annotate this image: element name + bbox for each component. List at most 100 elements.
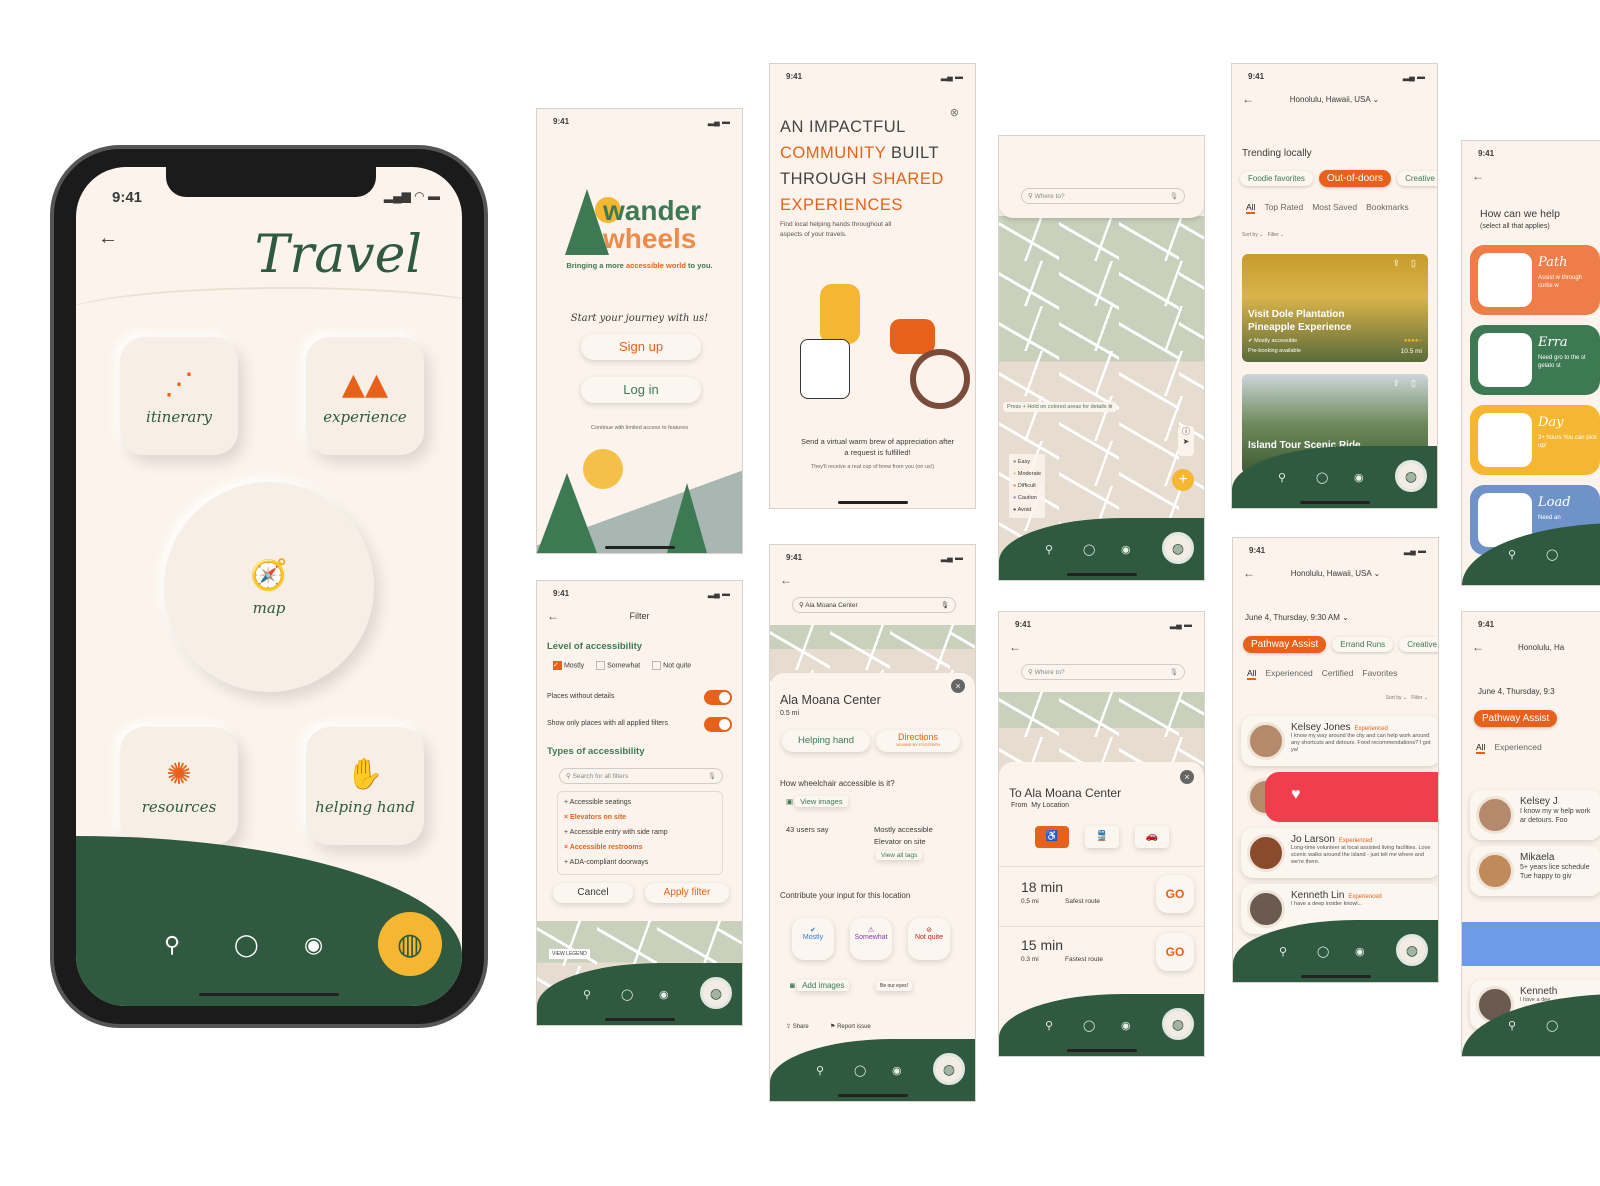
swipe-action[interactable]: [1462, 922, 1600, 966]
vote-mostly-button[interactable]: ✔ Mostly: [792, 918, 834, 960]
tile-helping-hand[interactable]: ✋ helping hand: [306, 727, 424, 845]
add-images-button[interactable]: ◙ Add images: [790, 980, 850, 991]
limited-access-link[interactable]: Continue with limited access to features: [537, 425, 742, 431]
chat-icon[interactable]: ◯: [1546, 548, 1558, 561]
globe-button[interactable]: ◍: [1162, 532, 1194, 564]
sign-up-button[interactable]: Sign up: [581, 334, 701, 360]
tab-all[interactable]: All: [1476, 742, 1486, 754]
type-item[interactable]: × Elevators on site: [564, 810, 716, 825]
close-icon[interactable]: ⊗: [950, 106, 959, 119]
tab[interactable]: Experienced: [1494, 742, 1541, 754]
chat-icon[interactable]: ◯: [1083, 1019, 1095, 1032]
tab-all[interactable]: All: [1247, 668, 1257, 680]
tab[interactable]: Top Rated: [1264, 202, 1303, 214]
where-to-input[interactable]: ⚲ Where to? 🎙: [1021, 188, 1185, 204]
type-item[interactable]: × Accessible restrooms: [564, 840, 716, 855]
back-arrow-icon[interactable]: ←: [780, 573, 792, 587]
mode-wheelchair[interactable]: ♿: [1035, 826, 1069, 848]
tab[interactable]: Favorites: [1362, 668, 1397, 680]
chip[interactable]: Creative: [1397, 171, 1437, 186]
close-icon[interactable]: ⊗: [1108, 404, 1113, 410]
mode-transit[interactable]: 🚆: [1085, 826, 1119, 848]
profile-icon[interactable]: ◉: [892, 1064, 902, 1077]
tab-all[interactable]: All: [1246, 202, 1256, 214]
chat-icon[interactable]: ◯: [1083, 543, 1095, 556]
chip-active[interactable]: Pathway Assist: [1474, 710, 1558, 727]
tile-resources[interactable]: ✺ resources: [120, 727, 238, 845]
info-button[interactable]: ⓘ ➤: [1178, 426, 1194, 456]
profile-icon[interactable]: ◉: [1121, 1019, 1131, 1032]
search-icon[interactable]: ⚲: [816, 1064, 824, 1077]
checkbox-not-quite[interactable]: Not quite: [652, 661, 691, 670]
help-option[interactable]: Erra Need gro to the st gelato st: [1470, 325, 1600, 395]
places-without-details-toggle[interactable]: [704, 690, 732, 705]
tab[interactable]: Most Saved: [1312, 202, 1357, 214]
cancel-button[interactable]: Cancel: [553, 883, 633, 903]
search-input[interactable]: ⚲ Ala Moana Center 🎙: [792, 597, 956, 613]
chat-icon[interactable]: ◯: [1546, 1019, 1558, 1032]
back-arrow-icon[interactable]: ←: [1009, 640, 1021, 654]
profile-icon[interactable]: ◉: [659, 988, 669, 1001]
type-item[interactable]: + Accessible entry with side ramp: [564, 825, 716, 840]
close-icon[interactable]: ×: [951, 679, 965, 693]
chat-icon[interactable]: ◯: [621, 988, 633, 1001]
route-option[interactable]: 18 min 0.5 mi Safest route GO: [999, 866, 1204, 922]
tab[interactable]: Experienced: [1265, 668, 1312, 680]
route-option[interactable]: 15 min 0.3 mi Fastest route GO: [999, 926, 1204, 982]
vote-not-quite-button[interactable]: ⊘ Not quite: [908, 918, 950, 960]
type-item[interactable]: + Accessible seatings: [564, 795, 716, 810]
view-legend-button[interactable]: VIEW LEGEND: [549, 949, 590, 959]
globe-button[interactable]: ◍: [933, 1053, 965, 1085]
search-icon[interactable]: ⚲: [1508, 548, 1516, 561]
profile-icon[interactable]: ◉: [1121, 543, 1131, 556]
globe-button[interactable]: ◍: [1162, 1008, 1194, 1040]
close-icon[interactable]: ×: [1180, 770, 1194, 784]
helper-card[interactable]: Mikaela 5+ years lice schedule Tue happy …: [1470, 846, 1600, 896]
back-arrow-icon[interactable]: ←: [1472, 169, 1484, 183]
sort-filter[interactable]: Sort by ⌄ Filter ⌄: [1386, 695, 1428, 701]
helper-card[interactable]: Kelsey Jones Experienced I know my way aro…: [1241, 716, 1438, 766]
globe-button[interactable]: ◍: [1395, 460, 1427, 492]
chip[interactable]: Errand Runs: [1332, 637, 1394, 652]
globe-button[interactable]: ◍: [378, 912, 442, 976]
checkbox-somewhat[interactable]: Somewhat: [596, 661, 640, 670]
tab[interactable]: Bookmarks: [1366, 202, 1409, 214]
where-to-input[interactable]: ⚲ Where to? 🎙: [1021, 664, 1185, 680]
search-icon[interactable]: ⚲: [164, 932, 180, 958]
location-selector[interactable]: Honolulu, Hawaii, USA ⌄: [1233, 569, 1438, 578]
helper-card[interactable]: Jo Larson Experienced Long-time volunteer …: [1241, 828, 1438, 878]
chat-icon[interactable]: ◯: [854, 1064, 866, 1077]
go-button[interactable]: GO: [1156, 875, 1194, 913]
chat-icon[interactable]: ◯: [1316, 471, 1328, 484]
date-selector[interactable]: June 4, Thursday, 9:3: [1478, 687, 1555, 696]
place-card[interactable]: ⇪ ▯ Visit Dole Plantation Pineapple Exper…: [1242, 254, 1428, 362]
profile-icon[interactable]: ◉: [1355, 945, 1365, 958]
globe-button[interactable]: ◍: [1396, 934, 1428, 966]
tile-experience[interactable]: ▲▲ experience: [306, 337, 424, 455]
report-button[interactable]: ⚑ Report issue: [830, 1023, 871, 1030]
apply-filter-button[interactable]: Apply filter: [645, 883, 729, 903]
vote-somewhat-button[interactable]: ⚠ Somewhat: [850, 918, 892, 960]
search-icon[interactable]: ⚲: [1278, 471, 1286, 484]
search-icon[interactable]: ⚲: [1045, 543, 1053, 556]
tile-map[interactable]: 🧭 map: [164, 482, 374, 692]
type-item[interactable]: + ADA-compliant doorways: [564, 855, 716, 870]
tab[interactable]: Certified: [1322, 668, 1354, 680]
globe-button[interactable]: ◍: [700, 977, 732, 1009]
checkbox-mostly[interactable]: ✓ Mostly: [553, 661, 584, 670]
chip[interactable]: Foodie favorites: [1240, 171, 1313, 186]
search-icon[interactable]: ⚲: [583, 988, 591, 1001]
go-button[interactable]: GO: [1156, 933, 1194, 971]
location-selector[interactable]: Honolulu, Ha: [1518, 643, 1564, 652]
location-selector[interactable]: Honolulu, Hawaii, USA ⌄: [1232, 95, 1437, 104]
back-arrow-icon[interactable]: ←: [98, 227, 118, 250]
view-all-tags-button[interactable]: View all tags: [876, 851, 923, 860]
profile-icon[interactable]: ◉: [304, 932, 323, 958]
mode-car[interactable]: 🚗: [1135, 826, 1169, 848]
filter-search-input[interactable]: ⚲ Search for all filters 🎙: [559, 768, 723, 784]
help-option[interactable]: Path Assist w through curbs w: [1470, 245, 1600, 315]
profile-icon[interactable]: ◉: [1354, 471, 1364, 484]
view-images-button[interactable]: ▣ View images: [786, 796, 848, 807]
all-filters-toggle[interactable]: [704, 717, 732, 732]
add-button[interactable]: +: [1172, 469, 1194, 491]
